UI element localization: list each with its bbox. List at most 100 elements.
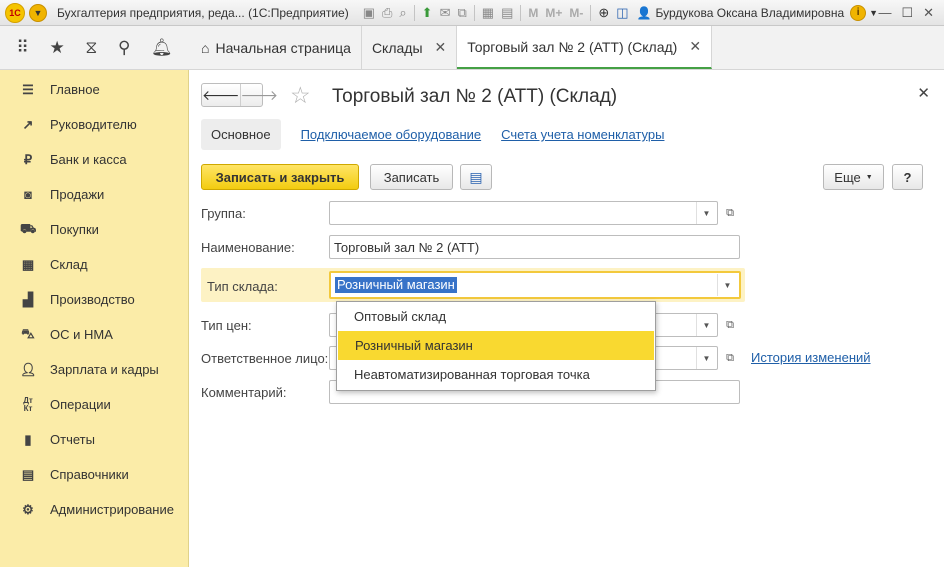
bell-icon[interactable]: 🔔︎	[151, 38, 173, 58]
sidebar-item-label: Продажи	[50, 187, 105, 202]
separator	[413, 4, 415, 21]
memory-plus-icon[interactable]: M+	[545, 6, 562, 20]
search-icon[interactable]: ⚲	[118, 38, 130, 58]
tab-label: Склады	[371, 39, 423, 56]
people-icon: 👤︎	[20, 361, 37, 377]
chevron-down-icon[interactable]: ▼	[717, 274, 737, 296]
sidebar-item-label: Администрирование	[50, 502, 174, 517]
open-icon[interactable]: ⧉	[721, 202, 739, 224]
memory-minus-icon[interactable]: M-	[569, 6, 583, 20]
memory-m-icon[interactable]: M	[528, 6, 538, 20]
help-button[interactable]: ?	[892, 164, 923, 190]
maximize-icon[interactable]: ☐	[901, 5, 913, 21]
calendar-icon[interactable]: ▦	[482, 5, 494, 21]
info-icon[interactable]: i	[850, 4, 867, 21]
sidebar-item-label: Главное	[50, 82, 100, 97]
attach-icon[interactable]: ⬆	[422, 5, 433, 21]
tab-equipment-link[interactable]: Подключаемое оборудование	[291, 127, 492, 142]
favorites-star-icon[interactable]: ★	[49, 38, 64, 58]
group-field[interactable]	[329, 201, 718, 225]
sidebar-item-bank[interactable]: ₽ Банк и касса	[0, 142, 188, 177]
close-form-icon[interactable]: ✕	[917, 84, 930, 102]
sidebar-item-main[interactable]: ☰ Главное	[0, 72, 188, 107]
panels-icon[interactable]: ◫	[616, 5, 628, 21]
more-button[interactable]: Еще ▼	[823, 164, 884, 190]
history-icon[interactable]: ⧖	[85, 38, 97, 58]
back-arrow-icon[interactable]: 🡐	[202, 84, 240, 106]
separator	[590, 4, 592, 21]
chevron-down-icon[interactable]: ▼	[696, 314, 716, 336]
print-icon[interactable]: ⎙	[382, 5, 392, 21]
close-tab-icon[interactable]: ✕	[689, 38, 701, 55]
zoom-icon[interactable]: ⊕	[598, 5, 609, 21]
calculator-icon[interactable]: ▤	[501, 5, 513, 21]
open-icon[interactable]: ⧉	[721, 314, 739, 336]
truck-icon: ⛍	[21, 325, 35, 341]
close-tab-icon[interactable]: ✕	[435, 39, 447, 56]
sidebar-item-warehouse[interactable]: ▦ Склад	[0, 247, 188, 282]
sidebar-item-label: Справочники	[50, 467, 129, 482]
tab-warehouses[interactable]: Склады ✕	[362, 26, 458, 69]
sidebar-item-purchases[interactable]: ⛟ Покупки	[0, 212, 188, 247]
current-user[interactable]: 👤 Бурдукова Оксана Владимировна	[637, 6, 845, 20]
dt-kt-icon: Дт Кт	[23, 395, 33, 413]
cart-icon: ⛟	[20, 220, 37, 236]
sidebar-item-production[interactable]: ▟ Производство	[0, 282, 188, 317]
tab-accounts-link[interactable]: Счета учета номенклатуры	[491, 127, 674, 142]
minimize-icon[interactable]: —	[878, 5, 891, 21]
preview-icon[interactable]: ⌕	[399, 5, 406, 21]
chart-icon: ▮	[24, 431, 32, 447]
warehouse-type-field[interactable]: Розничный магазин ▼	[329, 271, 741, 299]
dropdown-option[interactable]: Оптовый склад	[337, 302, 655, 331]
save-button[interactable]: Записать	[370, 164, 453, 190]
save-and-close-button[interactable]: Записать и закрыть	[201, 164, 359, 190]
window-close-icon[interactable]: ✕	[923, 5, 934, 21]
bag-icon: ◙	[24, 187, 32, 202]
trend-icon: ↗	[22, 116, 34, 132]
name-field[interactable]: Торговый зал № 2 (АТТ)	[329, 235, 740, 259]
open-icon[interactable]: ⧉	[721, 347, 739, 369]
home-icon: ⌂	[201, 39, 210, 56]
warehouse-icon: ▦	[21, 256, 35, 272]
sidebar-item-label: Покупки	[50, 222, 99, 237]
link-icon[interactable]: ⧉	[457, 5, 466, 21]
sidebar-item-label: Зарплата и кадры	[50, 362, 159, 377]
email-icon[interactable]: ✉	[440, 5, 451, 21]
window-controls: — ☐ ✕	[878, 5, 934, 21]
sidebar-item-catalogs[interactable]: ▤ Справочники	[0, 457, 188, 492]
window-title-bar: 1С ▼ Бухгалтерия предприятия, реда... (1…	[0, 0, 944, 26]
app-logo-icon: 1С	[5, 2, 25, 23]
sidebar-item-operations[interactable]: Дт Кт Операции	[0, 387, 188, 422]
sidebar-item-sales[interactable]: ◙ Продажи	[0, 177, 188, 212]
forward-arrow-icon[interactable]: 🡒	[239, 84, 278, 106]
more-label: Еще	[834, 169, 861, 185]
sections-sidebar: ☰ Главное ↗ Руководителю ₽ Банк и касса …	[0, 70, 189, 567]
chevron-down-icon[interactable]: ▼	[696, 202, 716, 224]
user-name: Бурдукова Оксана Владимировна	[655, 5, 845, 20]
form-tabs: Основное Подключаемое оборудование Счета…	[201, 119, 674, 150]
main-menu-icon[interactable]: ▼	[29, 3, 47, 22]
separator	[473, 4, 475, 21]
sidebar-item-admin[interactable]: ⚙ Администрирование	[0, 492, 188, 527]
top-navigation: ⠿ ★ ⧖ ⚲ 🔔︎ ⌂ Начальная страница Склады ✕…	[0, 26, 944, 70]
sidebar-item-assets[interactable]: ⛍ ОС и НМА	[0, 317, 188, 352]
chevron-down-icon: ▼	[865, 173, 873, 181]
warehouse-type-dropdown: Оптовый склад Розничный магазин Неавтома…	[336, 301, 656, 391]
tab-home[interactable]: ⌂ Начальная страница	[189, 26, 362, 69]
sidebar-item-reports[interactable]: ▮ Отчеты	[0, 422, 188, 457]
grid-menu-icon[interactable]: ⠿	[16, 38, 28, 58]
list-icon[interactable]: ▤	[460, 164, 492, 190]
name-label: Наименование:	[201, 240, 295, 255]
dropdown-option[interactable]: Неавтоматизированная торговая точка	[337, 360, 655, 389]
sidebar-item-label: Производство	[50, 292, 135, 307]
tab-current-form[interactable]: Торговый зал № 2 (АТТ) (Склад) ✕	[457, 26, 713, 69]
save-icon[interactable]: ▣	[363, 5, 375, 21]
tab-main[interactable]: Основное	[201, 119, 281, 150]
sidebar-item-salary[interactable]: 👤︎ Зарплата и кадры	[0, 352, 188, 387]
dropdown-option-selected[interactable]: Розничный магазин	[338, 331, 654, 360]
favorite-star-icon[interactable]: ☆	[290, 83, 311, 107]
info-dropdown-icon[interactable]: ▼	[869, 8, 878, 18]
chevron-down-icon[interactable]: ▼	[696, 347, 716, 369]
sidebar-item-manager[interactable]: ↗ Руководителю	[0, 107, 188, 142]
change-history-link[interactable]: История изменений	[751, 350, 871, 365]
